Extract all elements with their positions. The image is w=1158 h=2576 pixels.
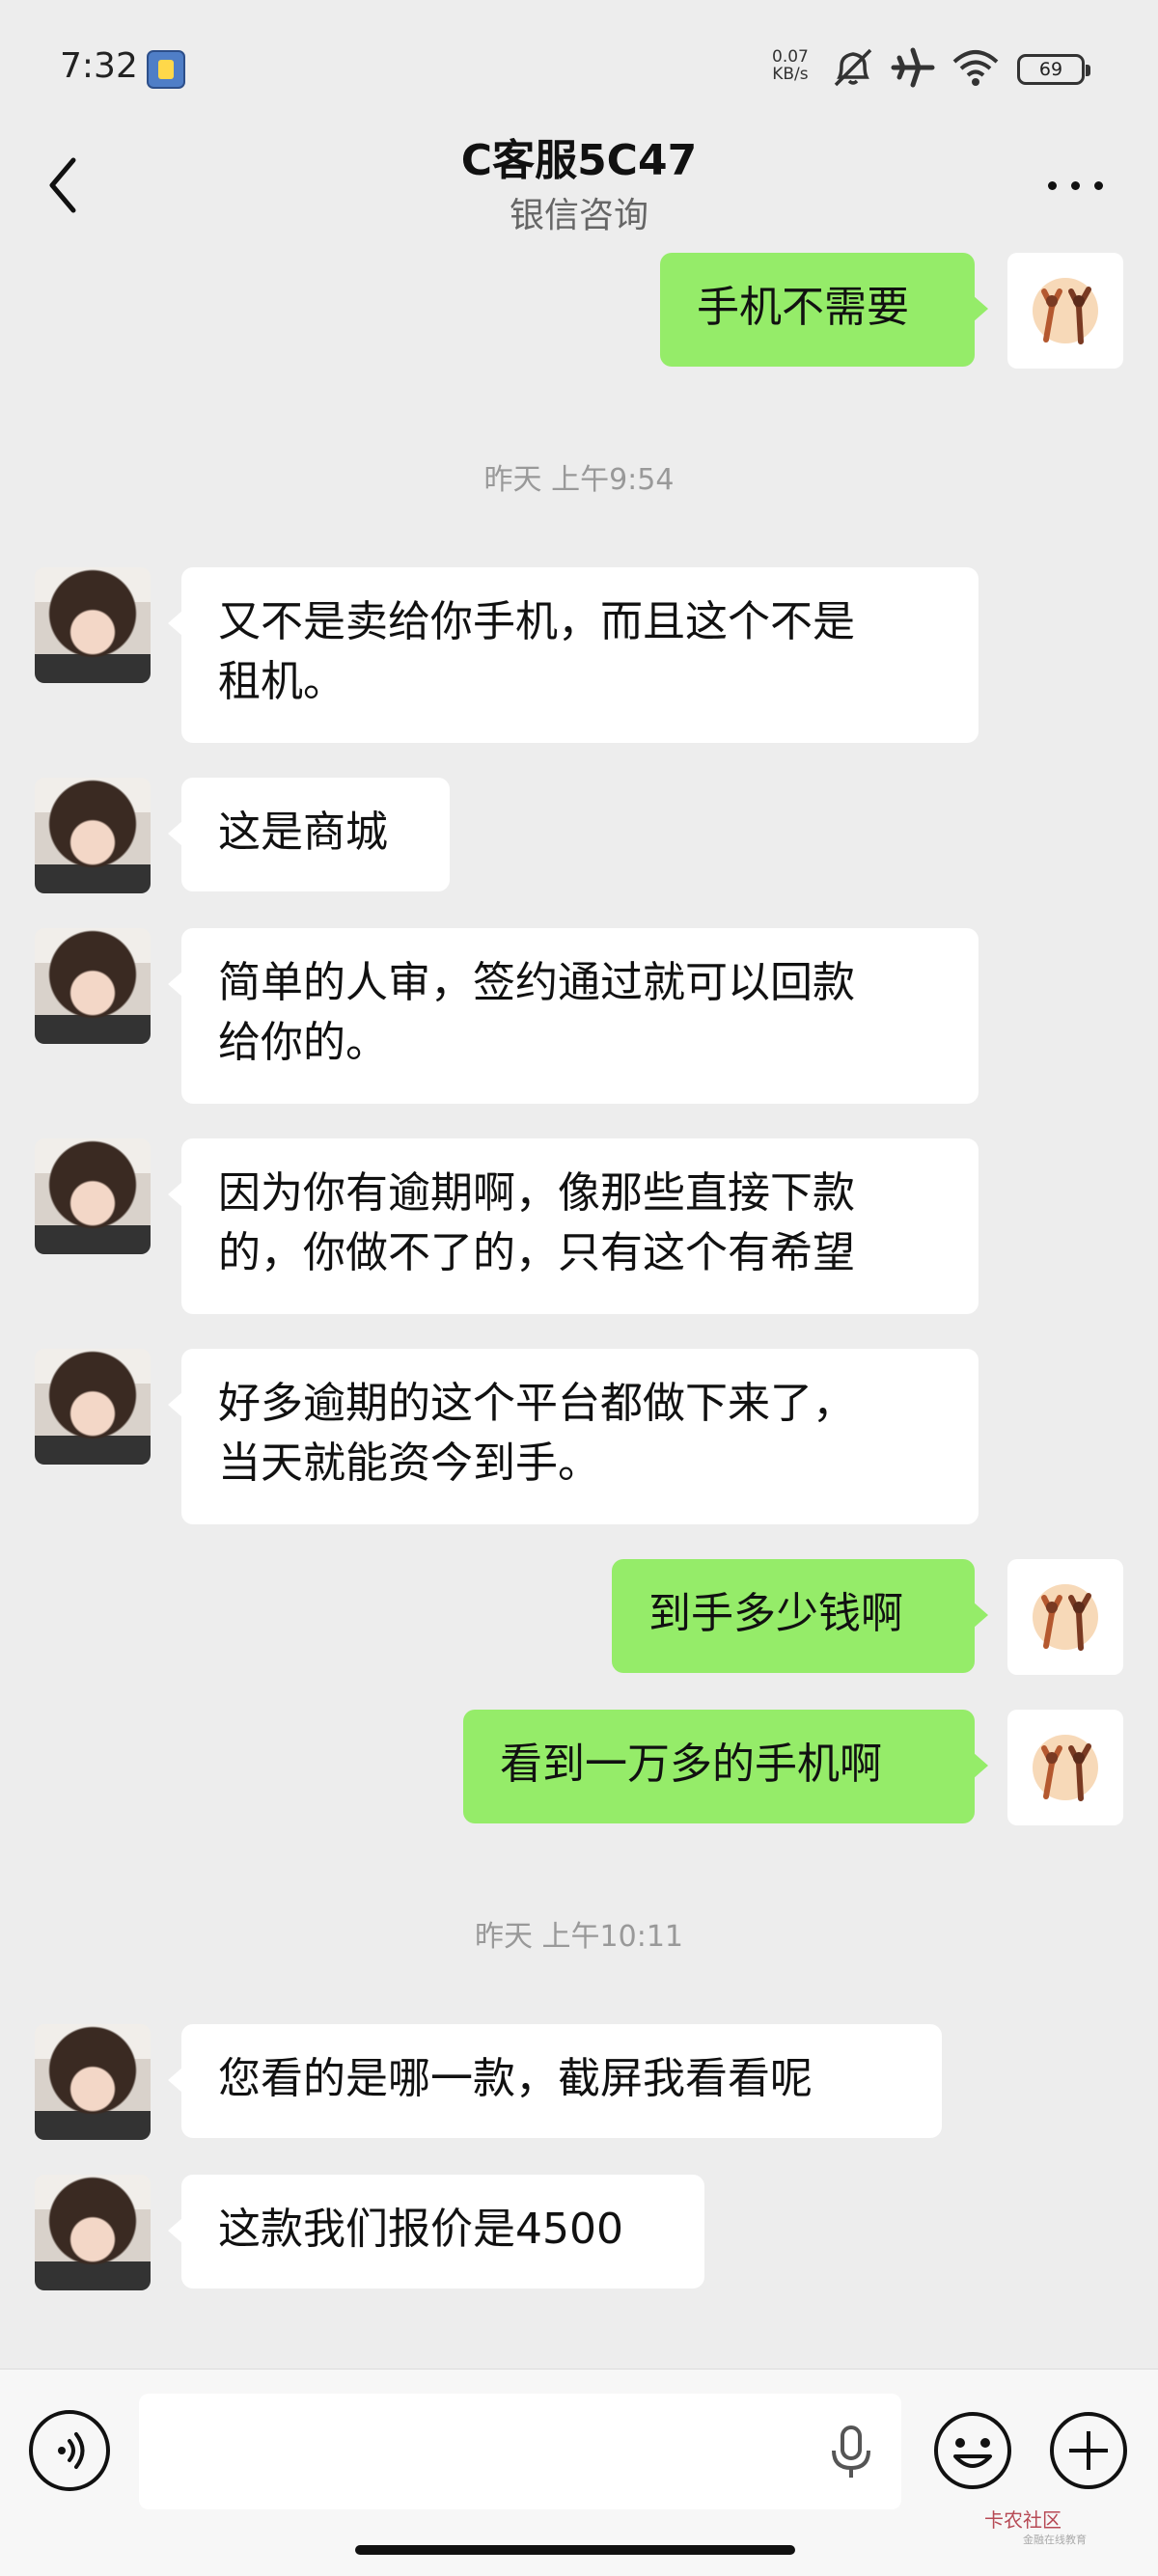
contact-avatar[interactable] — [35, 928, 151, 1044]
chat-subtitle: 银信咨询 — [509, 196, 648, 235]
incoming-message[interactable]: 又不是卖给你手机，而且这个不是 租机。 — [168, 567, 979, 743]
watermark-logo: 卡农社区 — [984, 2508, 1062, 2532]
my-avatar[interactable] — [1007, 1559, 1123, 1675]
incoming-message[interactable]: 简单的人审，签约通过就可以回款 给你的。 — [168, 928, 979, 1104]
chat-title: C客服5C47 — [460, 136, 698, 185]
couple-photo-icon — [1033, 278, 1098, 344]
incoming-message[interactable]: 这款我们报价是4500 — [168, 2175, 704, 2288]
message-text-input[interactable] — [139, 2394, 901, 2509]
mute-icon — [834, 48, 872, 87]
chat-screen: 7:32 0.07 KB/s 69 C客服5C47 银信咨询 手机不需要 昨天 … — [0, 0, 1158, 2576]
contact-avatar[interactable] — [35, 778, 151, 893]
chat-header: C客服5C47 银信咨询 — [0, 116, 1158, 251]
contact-avatar[interactable] — [35, 1349, 151, 1465]
network-speed: 0.07 KB/s — [772, 48, 809, 83]
status-bar: 7:32 0.07 KB/s 69 — [0, 0, 1158, 135]
network-speed-value: 0.07 — [772, 47, 809, 67]
couple-photo-icon — [1033, 1584, 1098, 1651]
incoming-message[interactable]: 因为你有逾期啊，像那些直接下款 的，你做不了的，只有这个有希望 — [168, 1138, 979, 1314]
outgoing-message[interactable]: 看到一万多的手机啊 — [463, 1710, 988, 1823]
outgoing-message[interactable]: 到手多少钱啊 — [612, 1559, 988, 1673]
app-notification-icon — [147, 50, 185, 89]
contact-avatar[interactable] — [35, 567, 151, 683]
battery-indicator: 69 — [1017, 54, 1090, 85]
watermark-subtext: 金融在线教育 — [1023, 2534, 1087, 2546]
status-time: 7:32 — [60, 46, 138, 86]
voice-input-icon[interactable] — [29, 2410, 110, 2491]
incoming-message[interactable]: 您看的是哪一款，截屏我看看呢 — [168, 2024, 942, 2138]
network-speed-unit: KB/s — [772, 65, 809, 84]
more-horizontal-icon[interactable] — [1046, 174, 1106, 197]
outgoing-message[interactable]: 手机不需要 — [660, 253, 988, 367]
airplane-mode-icon — [891, 47, 935, 88]
home-indicator[interactable] — [355, 2545, 795, 2555]
wifi-icon — [952, 50, 999, 86]
microphone-icon[interactable] — [826, 2424, 876, 2481]
incoming-message[interactable]: 这是商城 — [168, 778, 450, 891]
timestamp: 昨天 上午10:11 — [475, 1920, 683, 1954]
incoming-message[interactable]: 好多逾期的这个平台都做下来了， 当天就能资今到手。 — [168, 1349, 979, 1524]
my-avatar[interactable] — [1007, 253, 1123, 369]
contact-avatar[interactable] — [35, 2024, 151, 2140]
emoji-icon[interactable] — [932, 2410, 1013, 2491]
my-avatar[interactable] — [1007, 1710, 1123, 1825]
contact-avatar[interactable] — [35, 2175, 151, 2290]
plus-icon[interactable] — [1048, 2410, 1129, 2491]
contact-avatar[interactable] — [35, 1138, 151, 1254]
sound-wave-icon — [58, 2432, 85, 2469]
timestamp: 昨天 上午9:54 — [483, 463, 675, 497]
couple-photo-icon — [1033, 1735, 1098, 1801]
